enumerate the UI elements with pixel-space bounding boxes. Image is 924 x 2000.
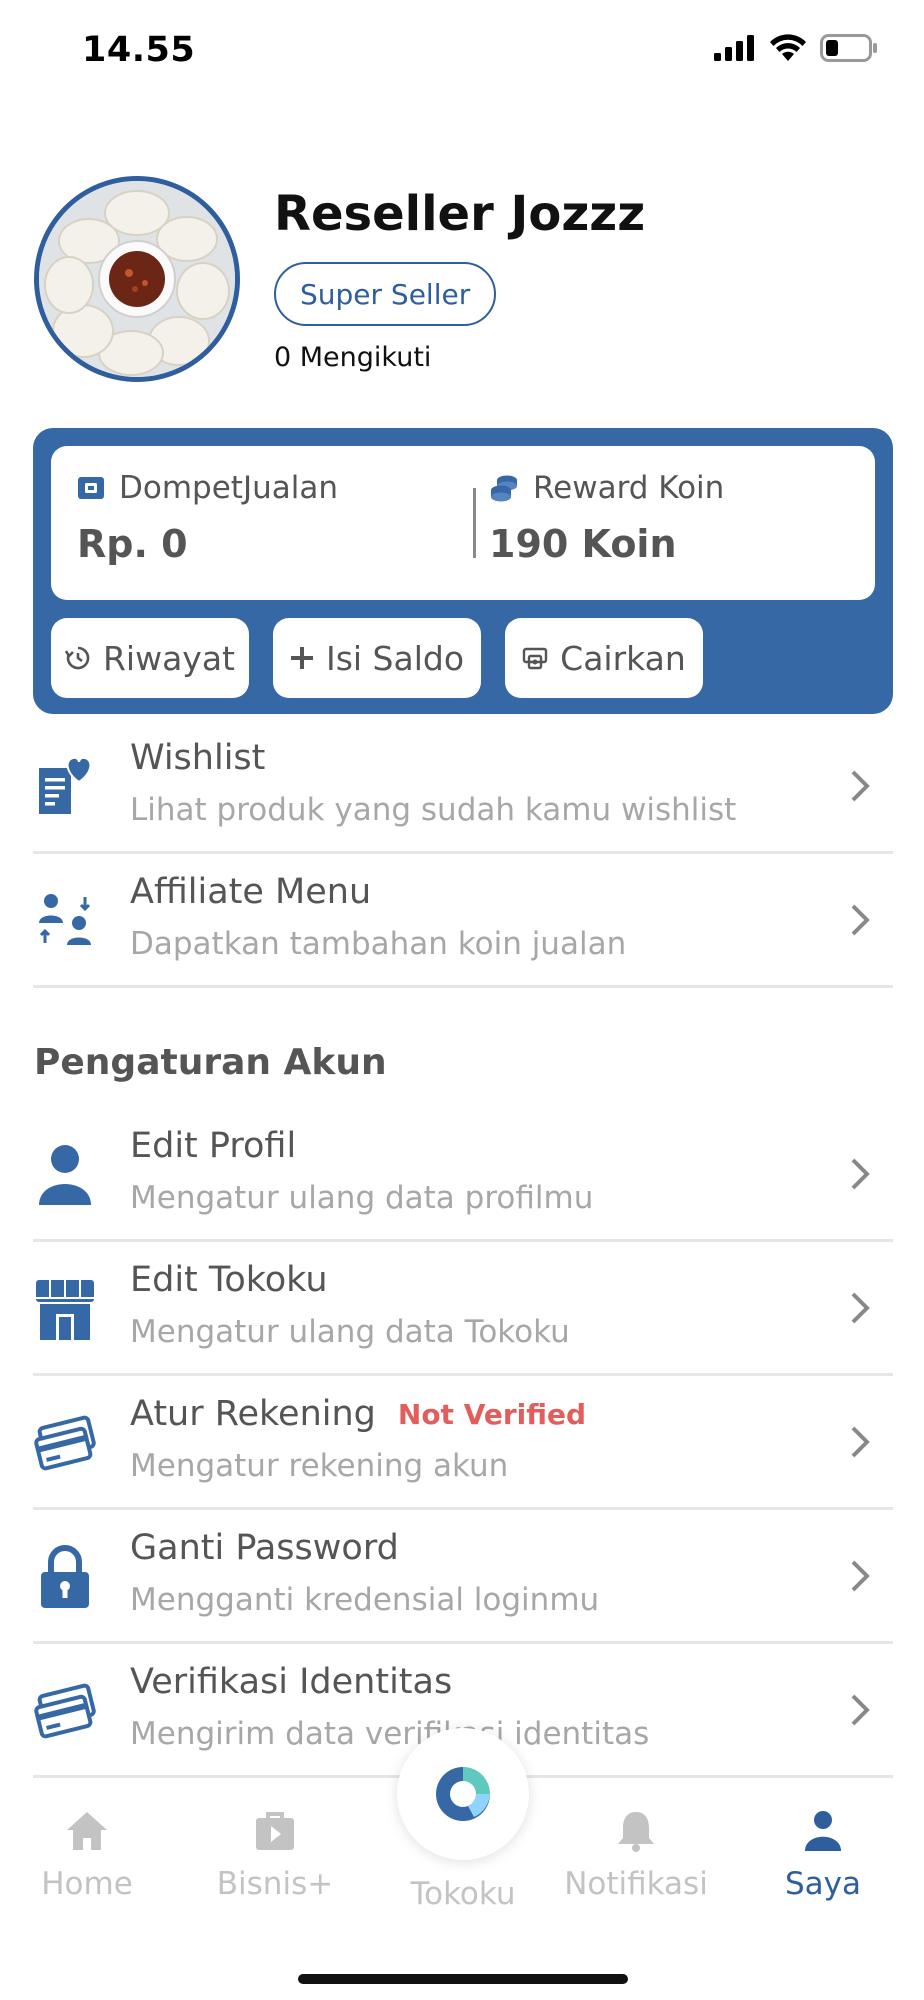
plus-icon bbox=[290, 647, 313, 669]
chevron-right-icon bbox=[851, 1426, 870, 1458]
bottom-nav: Home Bisnis+ Tokoku Notifikasi Saya bbox=[0, 1728, 924, 2000]
status-time: 14.55 bbox=[82, 30, 196, 70]
profile-header: Reseller Jozzz Super Seller 0 Mengikuti bbox=[34, 176, 894, 386]
nav-tokoku-button[interactable] bbox=[397, 1728, 529, 1860]
cairkan-button[interactable]: Cairkan bbox=[505, 618, 703, 698]
briefcase-icon bbox=[256, 1812, 294, 1850]
chevron-right-icon bbox=[851, 770, 870, 802]
koin-label: Reward Koin bbox=[533, 470, 725, 506]
dompet-balance: Rp. 0 bbox=[77, 522, 188, 566]
nav-saya[interactable]: Saya bbox=[738, 1810, 908, 1902]
menu-item-affiliate[interactable]: Affiliate Menu Dapatkan tambahan koin ju… bbox=[33, 854, 893, 988]
atur-rekening-title-row: Atur Rekening Not Verified bbox=[130, 1394, 586, 1434]
nav-home[interactable]: Home bbox=[2, 1810, 172, 1902]
following-count[interactable]: 0 Mengikuti bbox=[274, 342, 431, 373]
status-bar: 14.55 bbox=[0, 0, 924, 100]
history-icon bbox=[65, 646, 90, 670]
edit-profil-subtitle: Mengatur ulang data profilmu bbox=[130, 1180, 594, 1216]
nav-notifikasi[interactable]: Notifikasi bbox=[551, 1810, 721, 1902]
credit-card-icon bbox=[33, 1406, 97, 1480]
affiliate-subtitle: Dapatkan tambahan koin jualan bbox=[130, 926, 627, 962]
super-seller-badge: Super Seller bbox=[274, 262, 497, 326]
cellular-signal-icon bbox=[714, 35, 754, 61]
id-card-icon bbox=[33, 1674, 97, 1748]
nav-home-label: Home bbox=[41, 1866, 133, 1902]
wifi-icon bbox=[770, 34, 806, 61]
edit-profil-title: Edit Profil bbox=[130, 1126, 297, 1166]
cairkan-label: Cairkan bbox=[560, 638, 686, 678]
riwayat-button[interactable]: Riwayat bbox=[51, 618, 249, 698]
wishlist-icon bbox=[33, 750, 97, 824]
store-icon bbox=[33, 1272, 97, 1346]
wallet-card: DompetJualan Rp. 0 Reward Koin 190 Koin bbox=[33, 428, 893, 714]
home-indicator bbox=[298, 1974, 628, 1984]
menu-item-wishlist[interactable]: Wishlist Lihat produk yang sudah kamu wi… bbox=[33, 720, 893, 854]
atur-rekening-title: Atur Rekening bbox=[130, 1394, 376, 1434]
edit-tokoku-title: Edit Tokoku bbox=[130, 1260, 328, 1300]
riwayat-label: Riwayat bbox=[103, 638, 235, 678]
menu-item-edit-profil[interactable]: Edit Profil Mengatur ulang data profilmu bbox=[33, 1108, 893, 1242]
user-icon bbox=[805, 1811, 841, 1851]
nav-bisnis-label: Bisnis+ bbox=[216, 1866, 334, 1902]
avatar-food-photo bbox=[39, 181, 235, 377]
chevron-right-icon bbox=[851, 1560, 870, 1592]
nav-bisnis[interactable]: Bisnis+ bbox=[190, 1810, 360, 1902]
koin-section[interactable]: Reward Koin 190 Koin bbox=[489, 470, 724, 566]
not-verified-badge: Not Verified bbox=[397, 1397, 587, 1431]
wishlist-subtitle: Lihat produk yang sudah kamu wishlist bbox=[130, 792, 737, 828]
chevron-right-icon bbox=[851, 904, 870, 936]
user-icon bbox=[33, 1138, 97, 1212]
withdraw-icon bbox=[522, 647, 548, 670]
chevron-right-icon bbox=[851, 1292, 870, 1324]
home-icon bbox=[67, 1812, 107, 1850]
bell-icon bbox=[618, 1812, 654, 1852]
affiliate-title: Affiliate Menu bbox=[130, 872, 372, 912]
section-title-account-settings: Pengaturan Akun bbox=[34, 1042, 387, 1083]
status-icons bbox=[714, 34, 878, 62]
chevron-right-icon bbox=[851, 1694, 870, 1726]
isi-saldo-button[interactable]: Isi Saldo bbox=[273, 618, 481, 698]
wallet-divider bbox=[473, 488, 476, 558]
edit-tokoku-subtitle: Mengatur ulang data Tokoku bbox=[130, 1314, 570, 1350]
nav-notifikasi-label: Notifikasi bbox=[564, 1866, 708, 1902]
avatar[interactable] bbox=[34, 176, 240, 382]
verifikasi-title: Verifikasi Identitas bbox=[130, 1662, 453, 1702]
chevron-right-icon bbox=[851, 1158, 870, 1190]
battery-icon bbox=[820, 34, 877, 62]
nav-saya-label: Saya bbox=[784, 1866, 862, 1902]
wishlist-title: Wishlist bbox=[130, 738, 266, 778]
atur-rekening-subtitle: Mengatur rekening akun bbox=[130, 1448, 509, 1484]
dompet-label: DompetJualan bbox=[119, 470, 338, 506]
tokoku-logo-icon bbox=[436, 1767, 490, 1821]
dompet-section[interactable]: DompetJualan Rp. 0 bbox=[77, 470, 338, 566]
coins-icon bbox=[491, 475, 517, 502]
menu-item-ganti-password[interactable]: Ganti Password Mengganti kredensial logi… bbox=[33, 1510, 893, 1644]
verifikasi-subtitle: Mengirim data verifikasi identitas bbox=[130, 1716, 650, 1752]
menu-item-atur-rekening[interactable]: Atur Rekening Not Verified Mengatur reke… bbox=[33, 1376, 893, 1510]
lock-icon bbox=[33, 1540, 97, 1614]
menu-item-edit-tokoku[interactable]: Edit Tokoku Mengatur ulang data Tokoku bbox=[33, 1242, 893, 1376]
wallet-icon bbox=[78, 477, 104, 499]
ganti-password-subtitle: Mengganti kredensial loginmu bbox=[130, 1582, 600, 1618]
koin-balance: 190 Koin bbox=[489, 522, 677, 566]
wallet-summary: DompetJualan Rp. 0 Reward Koin 190 Koin bbox=[51, 446, 875, 600]
isi-saldo-label: Isi Saldo bbox=[325, 638, 465, 678]
nav-tokoku-label[interactable]: Tokoku bbox=[377, 1876, 549, 1912]
ganti-password-title: Ganti Password bbox=[130, 1528, 399, 1568]
affiliate-icon bbox=[33, 884, 97, 958]
profile-name: Reseller Jozzz bbox=[274, 186, 646, 242]
